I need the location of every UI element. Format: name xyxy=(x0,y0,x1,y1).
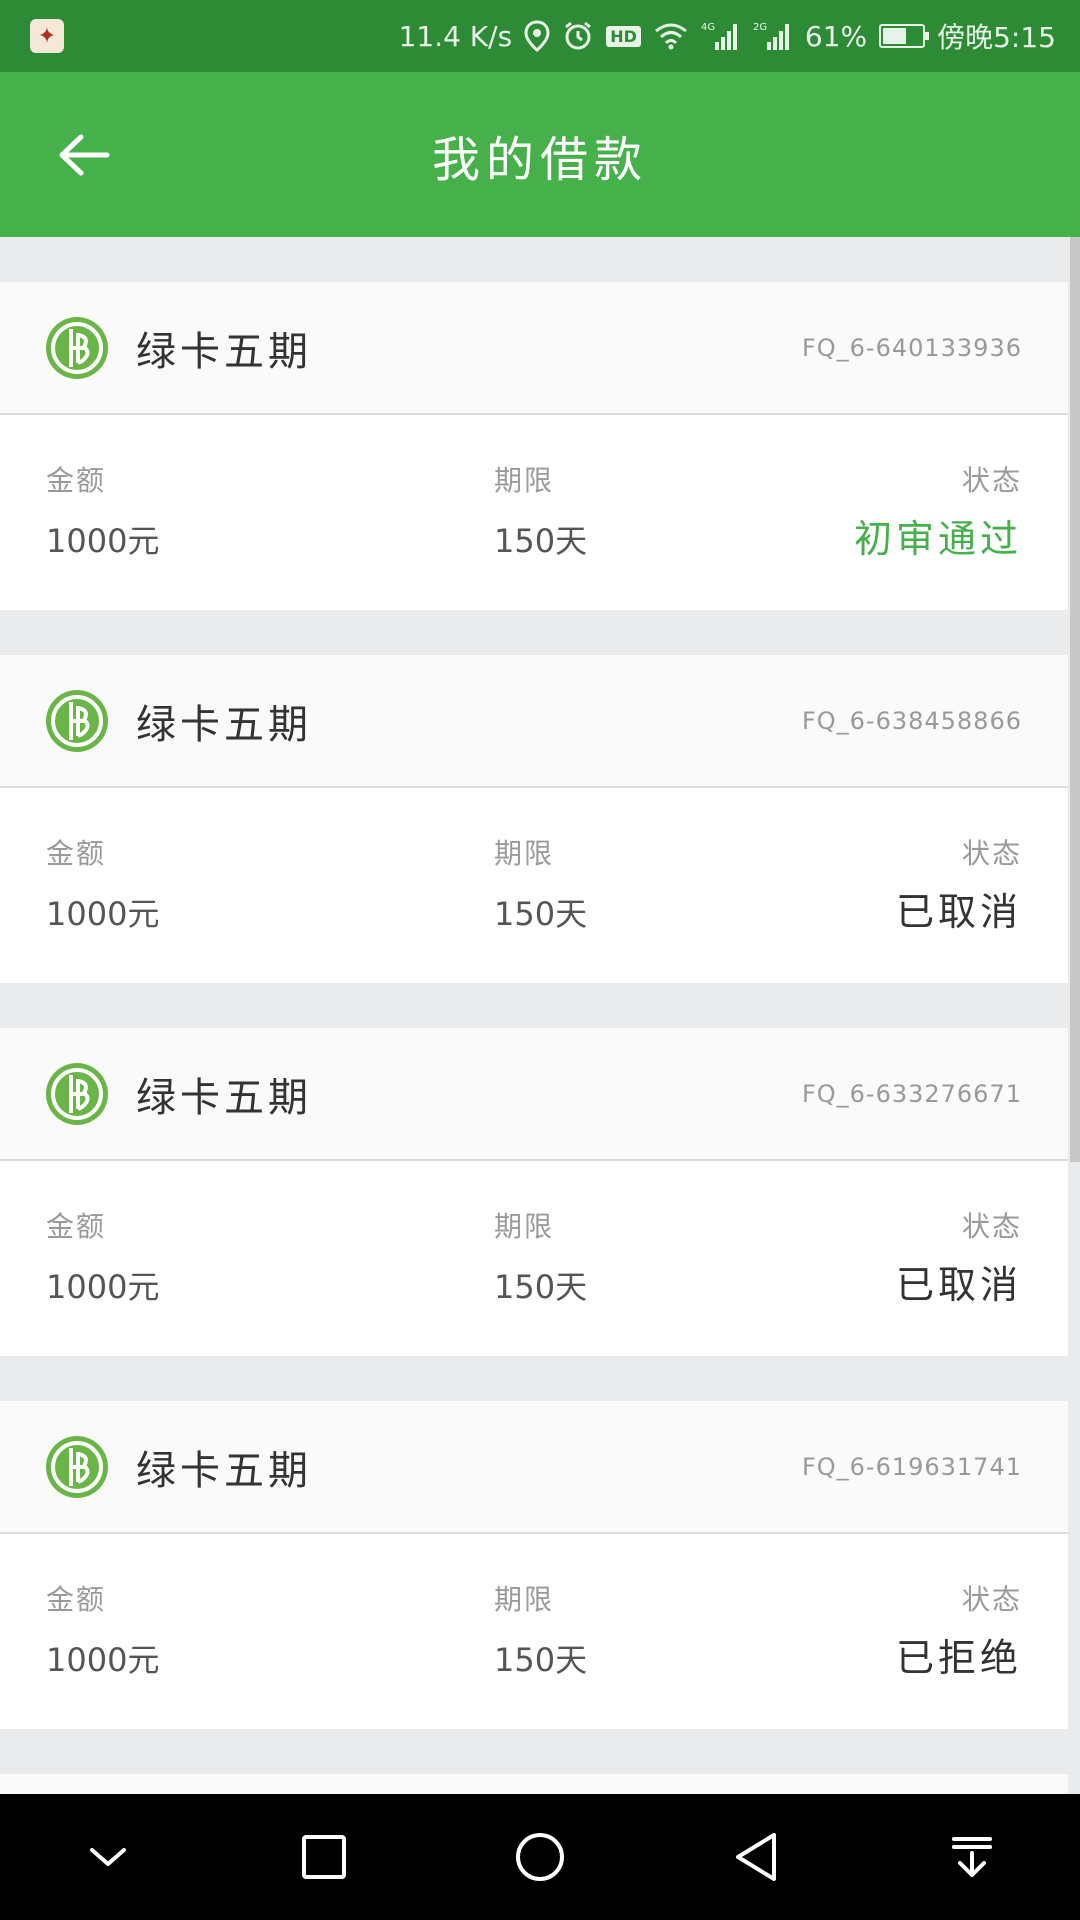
loan-card[interactable]: 绿卡五期 FQ_6-638458866 金额 1000元 期限 150天 状态 … xyxy=(0,655,1068,983)
nav-notifications-button[interactable] xyxy=(932,1817,1012,1897)
loan-id: FQ_6-619631741 xyxy=(801,1452,1022,1481)
network-type-1: 4G xyxy=(701,22,715,33)
status-label: 状态 xyxy=(961,837,1022,870)
term-column: 期限 150天 xyxy=(494,461,587,563)
loan-card-header: 绿卡五期 FQ_6-619631741 xyxy=(0,1401,1068,1534)
product-name: 绿卡五期 xyxy=(136,701,312,748)
term-label: 期限 xyxy=(494,1210,555,1243)
loan-product: 绿卡五期 xyxy=(44,1061,312,1127)
amount-label: 金额 xyxy=(46,464,107,497)
amount-value: 1000元 xyxy=(46,1268,160,1306)
status-label: 状态 xyxy=(961,1583,1022,1616)
green-card-logo-icon xyxy=(44,688,110,754)
download-tray-icon xyxy=(952,1837,992,1877)
amount-column: 金额 1000元 xyxy=(46,1207,159,1309)
amount-value: 1000元 xyxy=(46,1641,160,1679)
back-button[interactable] xyxy=(52,123,116,187)
network-speed: 11.4 K/s xyxy=(398,19,513,53)
status-column: 状态 初审通过 xyxy=(854,461,1022,563)
arrow-left-icon xyxy=(59,134,110,175)
nav-back-button[interactable] xyxy=(716,1817,796,1897)
status-value: 初审通过 xyxy=(853,517,1022,561)
amount-column: 金额 1000元 xyxy=(46,1580,159,1682)
loan-product: 绿卡五期 xyxy=(44,315,312,381)
amount-label: 金额 xyxy=(46,1583,107,1616)
term-value: 150天 xyxy=(494,522,588,560)
circle-icon xyxy=(516,1833,564,1881)
term-label: 期限 xyxy=(494,837,555,870)
green-card-logo-icon xyxy=(44,315,110,381)
page-title: 我的借款 xyxy=(431,131,648,188)
signal-4g-icon: 4G xyxy=(701,20,741,52)
loan-card-header: 绿卡五期 FQ_6-638458866 xyxy=(0,655,1068,788)
amount-value: 1000元 xyxy=(46,522,160,560)
loan-list[interactable]: 绿卡五期 FQ_6-640133936 金额 1000元 期限 150天 状态 … xyxy=(0,237,1080,1794)
loan-product: 绿卡五期 xyxy=(44,1434,312,1500)
status-label: 状态 xyxy=(961,1210,1022,1243)
system-nav-bar xyxy=(0,1794,1080,1920)
product-name: 绿卡五期 xyxy=(136,328,312,375)
status-left: ✦ xyxy=(30,19,64,53)
nav-hide-button[interactable] xyxy=(68,1817,148,1897)
term-value: 150天 xyxy=(494,895,588,933)
notification-app-icon: ✦ xyxy=(30,19,64,53)
amount-label: 金额 xyxy=(46,1210,107,1243)
term-column: 期限 150天 xyxy=(494,1207,587,1309)
loan-card-details: 金额 1000元 期限 150天 状态 已取消 xyxy=(0,788,1068,983)
chevron-down-icon xyxy=(90,1848,126,1866)
clock: 傍晚5:15 xyxy=(937,21,1056,54)
signal-2g-icon: 2G xyxy=(753,20,793,52)
term-value: 150天 xyxy=(494,1641,588,1679)
square-icon xyxy=(302,1835,346,1879)
battery-fill xyxy=(883,28,907,44)
status-value: 已取消 xyxy=(895,1263,1022,1307)
term-column: 期限 150天 xyxy=(494,1580,587,1682)
app-header: 我的借款 xyxy=(0,72,1080,237)
triangle-back-icon xyxy=(736,1833,776,1881)
wifi-icon xyxy=(653,21,689,51)
loan-card-header: 绿卡五期 FQ_6-633276671 xyxy=(0,1028,1068,1161)
nav-recents-button[interactable] xyxy=(284,1817,364,1897)
term-label: 期限 xyxy=(494,464,555,497)
hd-voice-icon: HD xyxy=(606,25,641,47)
scrollbar[interactable] xyxy=(1070,237,1080,1162)
term-value: 150天 xyxy=(494,1268,588,1306)
loan-card-details: 金额 1000元 期限 150天 状态 已拒绝 xyxy=(0,1534,1068,1729)
amount-column: 金额 1000元 xyxy=(46,461,159,563)
loan-id: FQ_6-633276671 xyxy=(801,1079,1022,1108)
loan-product: 绿卡五期 xyxy=(44,688,312,754)
product-name: 绿卡五期 xyxy=(136,1074,312,1121)
status-label: 状态 xyxy=(961,464,1022,497)
status-value: 已拒绝 xyxy=(895,1636,1022,1680)
amount-column: 金额 1000元 xyxy=(46,834,159,936)
green-card-logo-icon xyxy=(44,1434,110,1500)
network-type-2: 2G xyxy=(753,22,767,33)
loan-card-header: 绿卡五期 FQ_6-640133936 xyxy=(0,282,1068,415)
loan-card[interactable]: 绿卡五期 FQ_6-640133936 金额 1000元 期限 150天 状态 … xyxy=(0,282,1068,610)
loan-card[interactable]: 绿卡五期 FQ_6-633276671 金额 1000元 期限 150天 状态 … xyxy=(0,1028,1068,1356)
product-name: 绿卡五期 xyxy=(136,1447,312,1494)
green-card-logo-icon xyxy=(44,1061,110,1127)
battery-icon xyxy=(879,24,930,48)
status-right: 11.4 K/s HD 4G 2G 61% 傍晚5:15 xyxy=(399,16,1056,56)
loan-id: FQ_6-640133936 xyxy=(801,333,1022,362)
loan-card-partial[interactable] xyxy=(0,1774,1068,1794)
loan-card-details: 金额 1000元 期限 150天 状态 初审通过 xyxy=(0,415,1068,610)
term-column: 期限 150天 xyxy=(494,834,587,936)
loan-id: FQ_6-638458866 xyxy=(801,706,1022,735)
status-bar: ✦ 11.4 K/s HD 4G 2G 61% 傍晚5:15 xyxy=(0,0,1080,72)
battery-percent: 61% xyxy=(804,19,868,53)
status-column: 状态 已拒绝 xyxy=(896,1580,1022,1682)
nav-home-button[interactable] xyxy=(500,1817,580,1897)
term-label: 期限 xyxy=(494,1583,555,1616)
location-icon xyxy=(524,20,550,52)
loan-card[interactable]: 绿卡五期 FQ_6-619631741 金额 1000元 期限 150天 状态 … xyxy=(0,1401,1068,1729)
amount-label: 金额 xyxy=(46,837,107,870)
amount-value: 1000元 xyxy=(46,895,160,933)
status-column: 状态 已取消 xyxy=(896,834,1022,936)
alarm-icon xyxy=(562,20,594,52)
status-column: 状态 已取消 xyxy=(896,1207,1022,1309)
status-value: 已取消 xyxy=(895,890,1022,934)
loan-card-details: 金额 1000元 期限 150天 状态 已取消 xyxy=(0,1161,1068,1356)
